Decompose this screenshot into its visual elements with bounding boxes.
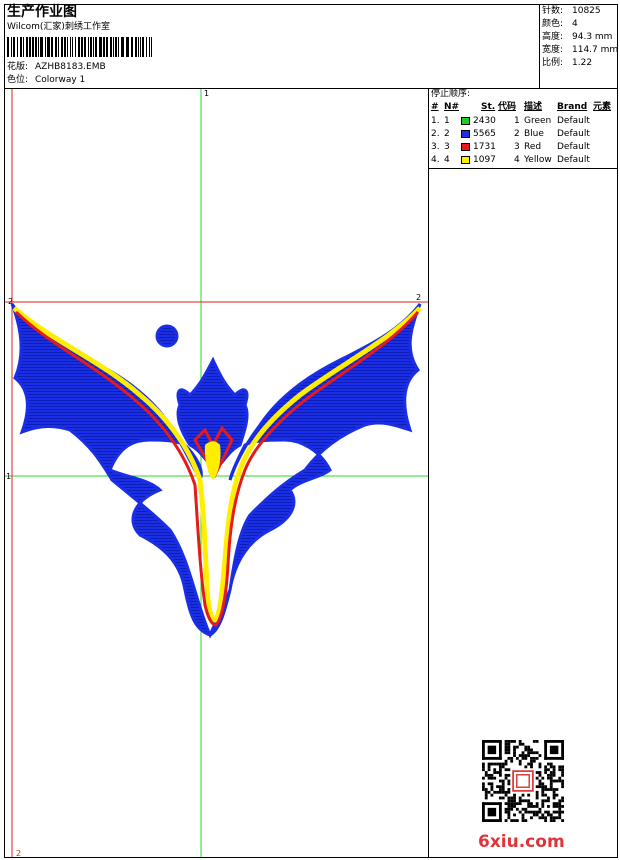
axis-mark-left-red: 2 bbox=[8, 297, 13, 306]
center-yellow-accent bbox=[204, 441, 221, 480]
embroidery-design-canvas: 1 1 2 2 2 bbox=[5, 89, 428, 858]
axis-mark-left: 1 bbox=[6, 472, 11, 481]
wing-motif bbox=[10, 303, 422, 639]
qr-code bbox=[482, 740, 564, 822]
decorative-dot bbox=[155, 324, 179, 348]
seal-stamp-icon bbox=[512, 770, 534, 792]
watermark-logo: 6xiu.com bbox=[478, 832, 565, 852]
axis-mark-bottom: 2 bbox=[16, 849, 21, 858]
axis-mark-right-red: 2 bbox=[416, 293, 421, 302]
axis-mark-top: 1 bbox=[204, 89, 209, 98]
